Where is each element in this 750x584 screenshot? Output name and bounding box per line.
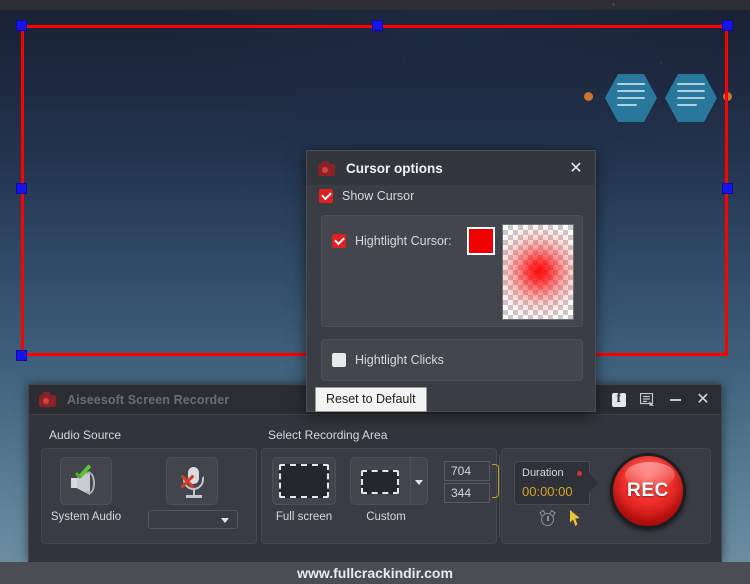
hexagon-lines — [677, 83, 705, 111]
audio-device-dropdown[interactable] — [148, 510, 238, 529]
dialog-logo-icon — [318, 161, 336, 176]
highlight-color-swatch[interactable] — [467, 227, 495, 255]
facebook-icon — [612, 393, 626, 407]
duration-value: 00:00:00 — [522, 484, 573, 499]
full-screen-preview — [279, 464, 329, 498]
dialog-close-button[interactable]: ✕ — [565, 158, 587, 178]
wallpaper-dust — [240, 188, 242, 190]
dialog-titlebar[interactable]: Cursor options ✕ — [307, 151, 595, 185]
desktop-dot-right — [723, 92, 732, 101]
highlight-cursor-group: Hightlight Cursor: — [321, 215, 583, 327]
wallpaper-dust — [108, 96, 110, 98]
show-cursor-row[interactable]: Show Cursor — [319, 189, 414, 203]
camera-lens — [43, 398, 49, 404]
show-cursor-checkbox[interactable] — [319, 189, 333, 203]
minimize-icon — [670, 399, 681, 401]
cursor-options-dialog: Cursor options ✕ Show Cursor Hightlight … — [306, 150, 596, 412]
highlight-preview — [502, 224, 574, 320]
app-logo-icon — [39, 392, 58, 408]
chevron-down-icon — [415, 480, 423, 485]
rec-button[interactable]: REC — [610, 453, 686, 529]
rec-button-label: REC — [627, 480, 669, 502]
facebook-button[interactable] — [605, 387, 633, 413]
camera-lens — [322, 167, 328, 173]
schedule-alarm-icon[interactable] — [540, 511, 555, 526]
desktop-icon-hexagon-1[interactable] — [605, 74, 657, 122]
aspect-lock-bracket — [492, 464, 499, 498]
hexagon-lines — [617, 83, 645, 111]
disabled-x-icon — [179, 473, 196, 490]
duration-label: Duration — [522, 467, 564, 479]
wallpaper-dust — [660, 62, 662, 64]
show-cursor-label: Show Cursor — [342, 189, 414, 203]
app-title: Aiseesoft Screen Recorder — [67, 393, 229, 407]
full-screen-button[interactable] — [272, 457, 336, 505]
highlight-cursor-checkbox[interactable] — [332, 234, 346, 248]
panel-divider — [499, 455, 500, 537]
custom-area-dropdown[interactable] — [410, 457, 428, 505]
custom-area-preview — [361, 470, 399, 494]
titlebar-buttons: ✕ — [605, 385, 717, 415]
highlight-clicks-checkbox[interactable] — [332, 353, 346, 367]
system-audio-caption: System Audio — [46, 511, 126, 523]
recording-area-label: Select Recording Area — [268, 428, 387, 442]
close-button[interactable]: ✕ — [689, 387, 717, 413]
width-input[interactable]: 704 — [444, 461, 490, 481]
system-audio-button[interactable] — [60, 457, 112, 505]
reset-to-default-button[interactable]: Reset to Default — [315, 387, 427, 412]
duration-badge: Duration 00:00:00 — [514, 461, 590, 505]
watermark-text: www.fullcrackindir.com — [0, 562, 750, 584]
highlight-clicks-row[interactable]: Hightlight Clicks — [332, 353, 444, 367]
desktop-icon-hexagon-2[interactable] — [665, 74, 717, 122]
app-body: Audio Source Select Recording Area Syste… — [29, 415, 721, 562]
enabled-check-icon — [73, 467, 91, 483]
cursor-settings-icon[interactable] — [570, 510, 582, 526]
height-input[interactable]: 344 — [444, 483, 490, 503]
dialog-title: Cursor options — [346, 161, 443, 176]
feedback-icon — [640, 393, 655, 407]
record-panel: Duration 00:00:00 REC — [501, 448, 711, 544]
audio-source-panel: System Audio — [41, 448, 257, 544]
audio-source-label: Audio Source — [49, 428, 121, 442]
highlight-preview-glow — [503, 225, 574, 320]
wallpaper-dust — [612, 3, 615, 6]
highlight-cursor-row[interactable]: Hightlight Cursor: — [332, 234, 452, 248]
alarm-hand — [547, 516, 549, 521]
highlight-clicks-group: Hightlight Clicks — [321, 339, 583, 381]
highlight-clicks-label: Hightlight Clicks — [355, 353, 444, 367]
desktop-dot-left — [584, 92, 593, 101]
mic-base — [186, 495, 202, 498]
feedback-button[interactable] — [633, 387, 661, 413]
watermark-bar: www.fullcrackindir.com — [0, 562, 750, 584]
chevron-down-icon — [221, 518, 229, 523]
full-screen-caption: Full screen — [264, 511, 344, 523]
microphone-button[interactable] — [166, 457, 218, 505]
recording-area-panel: Full screen Custom 704 344 — [261, 448, 497, 544]
close-icon: ✕ — [696, 392, 709, 408]
minimize-button[interactable] — [661, 387, 689, 413]
wallpaper-dust — [404, 58, 406, 60]
desktop-top-strip — [0, 0, 750, 10]
recording-indicator-dot — [577, 471, 582, 476]
custom-area-button[interactable] — [350, 457, 410, 505]
custom-caption: Custom — [346, 511, 426, 523]
screen-root: Aiseesoft Screen Recorder — [0, 0, 750, 584]
highlight-cursor-label: Hightlight Cursor: — [355, 234, 452, 248]
